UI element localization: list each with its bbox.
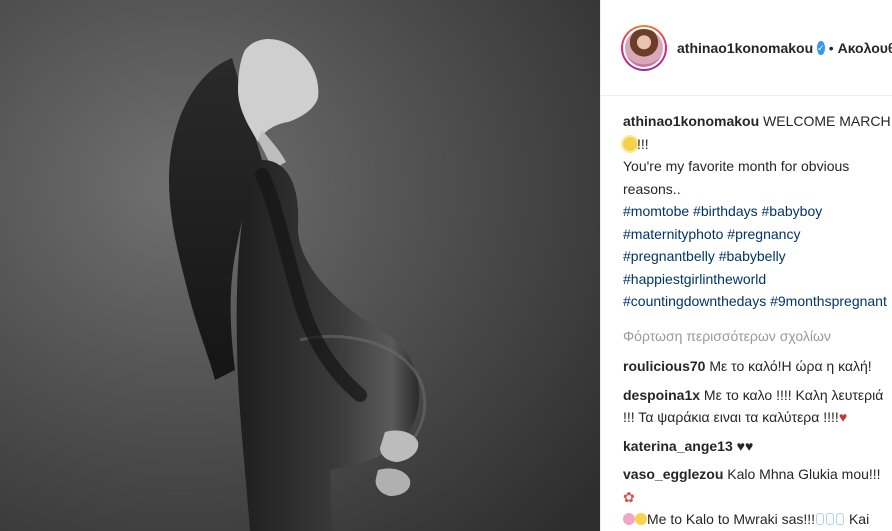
comment-text: Kalo Mhna Glukia mou!!!	[727, 466, 881, 482]
caption-author[interactable]: athinao1konomakou	[623, 113, 759, 129]
post-header: athinao1konomakou ✓ • Ακολουθ	[601, 0, 892, 96]
comments-section: athinao1konomakou WELCOME MARCH !!! You'…	[601, 96, 892, 531]
comment-text: ♥♥	[736, 437, 754, 454]
broken-heart-emoji-icon: ♥	[838, 409, 848, 425]
separator-dot: •	[828, 39, 834, 56]
hashtag-line[interactable]: #momtobe #birthdays #babyboy	[623, 200, 891, 223]
flower-emoji-icon	[623, 513, 635, 525]
post-photo[interactable]	[0, 0, 600, 531]
follow-button[interactable]: Ακολουθ	[838, 40, 892, 56]
baby-bottle-icon	[836, 513, 845, 525]
comment-item: vaso_egglezou Kalo Mhna Glukia mou!!! ✿ …	[623, 463, 889, 531]
comment-author[interactable]: katerina_ange13	[623, 438, 733, 454]
sun-emoji-icon	[623, 136, 637, 151]
blossom-emoji-icon	[635, 513, 647, 525]
comment-item: despoina1x Με το καλο !!!! Καλη λευτεριά…	[623, 384, 889, 429]
caption-line1: WELCOME MARCH	[763, 113, 891, 129]
baby-bottle-icon	[816, 513, 825, 525]
comment-author[interactable]: vaso_egglezou	[623, 466, 723, 482]
author-username[interactable]: athinao1konomakou	[677, 40, 813, 56]
hashtag-line[interactable]: #countingdownthedays #9monthspregnant	[623, 290, 891, 313]
comment-item: katerina_ange13 ♥♥	[623, 435, 889, 458]
hashtag-line[interactable]: #maternityphoto #pregnancy	[623, 223, 891, 246]
avatar[interactable]	[621, 24, 667, 71]
caption-line3: You're my favorite month for obvious rea…	[623, 158, 850, 197]
post-side-panel: athinao1konomakou ✓ • Ακολουθ athinao1ko…	[600, 0, 892, 531]
pregnant-woman-photo	[0, 0, 600, 531]
rose-emoji-icon: ✿	[623, 488, 635, 505]
verified-badge-icon: ✓	[817, 40, 825, 55]
baby-bottle-icon	[826, 513, 835, 525]
caption-line2: !!!	[637, 135, 649, 152]
comment-text-line2: Me to Kalo to Mwraki sas!!!	[647, 511, 816, 527]
comment-author[interactable]: roulicious70	[623, 358, 705, 374]
hashtag-line[interactable]: #happiestgirlintheworld	[623, 268, 891, 291]
caption: athinao1konomakou WELCOME MARCH !!! You'…	[623, 110, 891, 313]
comment-text: Με το καλό!Η ώρα η καλή!	[709, 358, 872, 374]
comment-author[interactable]: despoina1x	[623, 387, 700, 403]
load-more-comments[interactable]: Φόρτωση περισσότερων σχολίων	[623, 325, 892, 348]
hashtag-line[interactable]: #pregnantbelly #babybelly	[623, 245, 891, 268]
comment-item: roulicious70 Με το καλό!Η ώρα η καλή!	[623, 355, 889, 378]
